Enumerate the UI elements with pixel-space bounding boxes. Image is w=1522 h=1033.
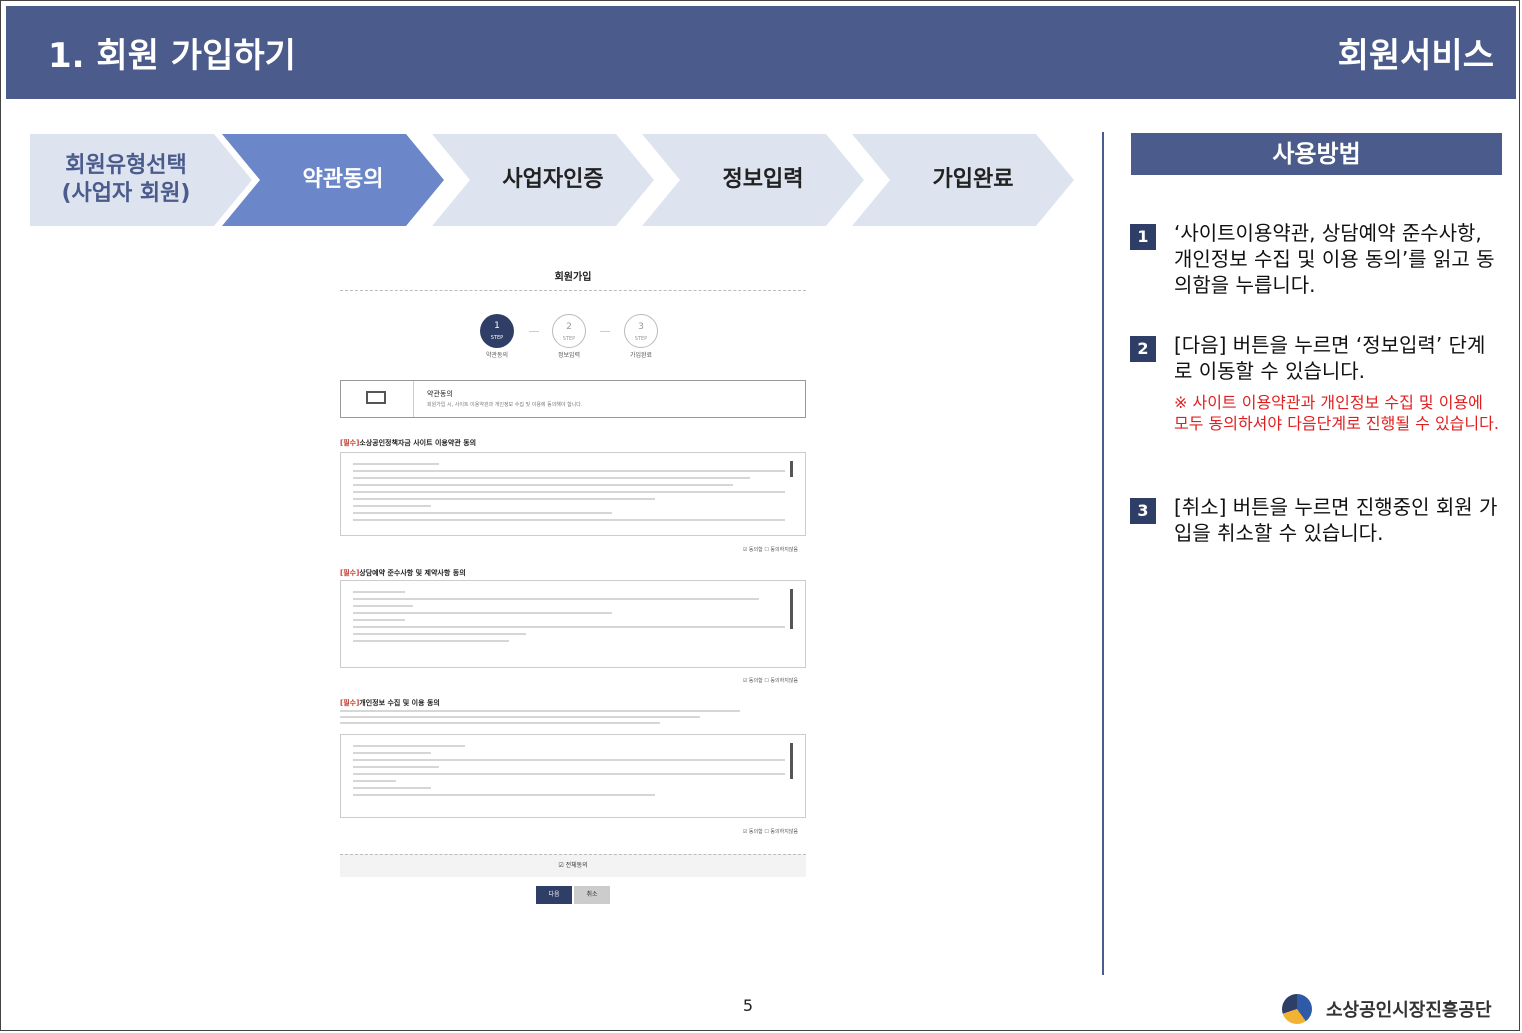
section-title: 개인정보 수집 및 이용 동의: [359, 699, 440, 707]
scrollbar[interactable]: [790, 743, 793, 779]
step-info-input: 정보입력: [642, 134, 864, 226]
org-name: 소상공인시장진흥공단: [1326, 1000, 1492, 1021]
org-emblem-icon: [1282, 994, 1312, 1024]
mini-step-label: 약관동의: [485, 352, 509, 359]
scrollbar[interactable]: [790, 461, 793, 477]
info-desc: 회원가입 시, 사이트 이용약관과 개인정보 수집 및 이용에 동의해야 합니다…: [427, 402, 583, 408]
reservation-terms-textbox[interactable]: [340, 580, 806, 668]
usage-text: [취소] 버튼을 누르면 진행중인 회원 가입을 취소할 수 있습니다.: [1174, 495, 1498, 545]
page-number: 5: [742, 996, 754, 1015]
usage-text: ‘사이트이용약관, 상담예약 준수사항, 개인정보 수집 및 이용 동의’를 읽…: [1174, 221, 1495, 297]
site-terms-textbox[interactable]: [340, 452, 806, 536]
required-tag: [필수]: [340, 699, 360, 707]
step-label: 약관동의: [302, 167, 384, 192]
step-sublabel: (사업자 회원): [61, 181, 191, 206]
agree-radio-1[interactable]: ☑ 동의함 ☐ 동의하지않음: [743, 546, 798, 553]
mini-step-dash: [529, 331, 539, 332]
mini-step-sub: STEP: [562, 336, 576, 342]
mini-step-sub: STEP: [634, 336, 648, 342]
org-logo: 소상공인시장진흥공단: [1282, 991, 1492, 1027]
mini-step-sub: STEP: [490, 335, 504, 341]
terms-info-box: 약관동의 회원가입 시, 사이트 이용약관과 개인정보 수집 및 이용에 동의해…: [340, 380, 806, 418]
usage-text: [다음] 버튼을 누르면 ‘정보입력’ 단계로 이동할 수 있습니다.: [1174, 333, 1486, 383]
usage-note: ※ 사이트 이용약관과 개인정보 수집 및 이용에 모두 동의하셔야 다음단계로…: [1174, 393, 1499, 433]
section-reservation: [필수]상담예약 준수사항 및 제약사항 동의: [340, 568, 466, 578]
mini-step-dash: [600, 331, 610, 332]
next-button[interactable]: 다음: [536, 886, 572, 904]
mini-step-label: 정보입력: [557, 352, 581, 359]
step-number-badge: 2: [1130, 336, 1156, 362]
agree-radio-2[interactable]: ☑ 동의함 ☐ 동의하지않음: [743, 677, 798, 684]
mini-step-num: 2: [566, 322, 572, 332]
terms-text: [353, 463, 785, 526]
step-label: 정보입력: [722, 167, 804, 192]
mini-step-3: 3 STEP: [624, 314, 658, 348]
cancel-button[interactable]: 취소: [574, 886, 610, 904]
service-name: 회원서비스: [1337, 36, 1494, 76]
vertical-divider: [1102, 132, 1104, 975]
laptop-check-icon: [341, 381, 414, 417]
section-title: 상담예약 준수사항 및 제약사항 동의: [359, 569, 466, 577]
scrollbar[interactable]: [790, 589, 793, 629]
step-label: 회원유형선택: [65, 153, 187, 178]
header-bar: 1. 회원 가입하기 회원서비스: [6, 6, 1516, 99]
step-number-badge: 3: [1130, 498, 1156, 524]
step-member-type: 회원유형선택 (사업자 회원): [30, 134, 252, 226]
page-title: 1. 회원 가입하기: [48, 36, 296, 76]
mini-step-label: 가입완료: [629, 352, 653, 359]
privacy-terms-textbox[interactable]: [340, 734, 806, 818]
required-tag: [필수]: [340, 569, 360, 577]
progress-steps: 회원유형선택 (사업자 회원) 약관동의 사업자인증 정보입력 가입완료: [30, 134, 1080, 226]
step-number-badge: 1: [1130, 224, 1156, 250]
terms-text: [353, 745, 785, 801]
section-privacy: [필수]개인정보 수집 및 이용 동의: [340, 698, 440, 708]
mini-step-2: 2 STEP: [552, 314, 586, 348]
all-agree-checkbox[interactable]: ☑ 전체동의: [340, 854, 806, 877]
step-terms-agree: 약관동의: [222, 134, 444, 226]
step-label: 사업자인증: [502, 167, 604, 192]
mini-step-num: 1: [494, 321, 500, 331]
mini-step-1: 1 STEP: [480, 314, 514, 348]
divider: [340, 290, 806, 291]
usage-heading: 사용방법: [1131, 133, 1502, 175]
step-label: 가입완료: [932, 167, 1014, 192]
section-site-terms: [필수]소상공인정책자금 사이트 이용약관 동의: [340, 438, 476, 448]
terms-text: [353, 591, 785, 647]
privacy-intro: [340, 710, 740, 724]
screenshot-heading: 회원가입: [554, 272, 592, 283]
step-business-auth: 사업자인증: [432, 134, 654, 226]
agree-radio-3[interactable]: ☑ 동의함 ☐ 동의하지않음: [743, 828, 798, 835]
signup-screenshot: 회원가입 1 STEP 2 STEP 3 STEP 약관동의 정보입력 가입완료 약관…: [340, 258, 806, 908]
section-title: 소상공인정책자금 사이트 이용약관 동의: [359, 439, 477, 447]
info-title: 약관동의: [427, 390, 453, 398]
step-complete: 가입완료: [852, 134, 1074, 226]
required-tag: [필수]: [340, 439, 360, 447]
mini-step-num: 3: [638, 322, 644, 332]
